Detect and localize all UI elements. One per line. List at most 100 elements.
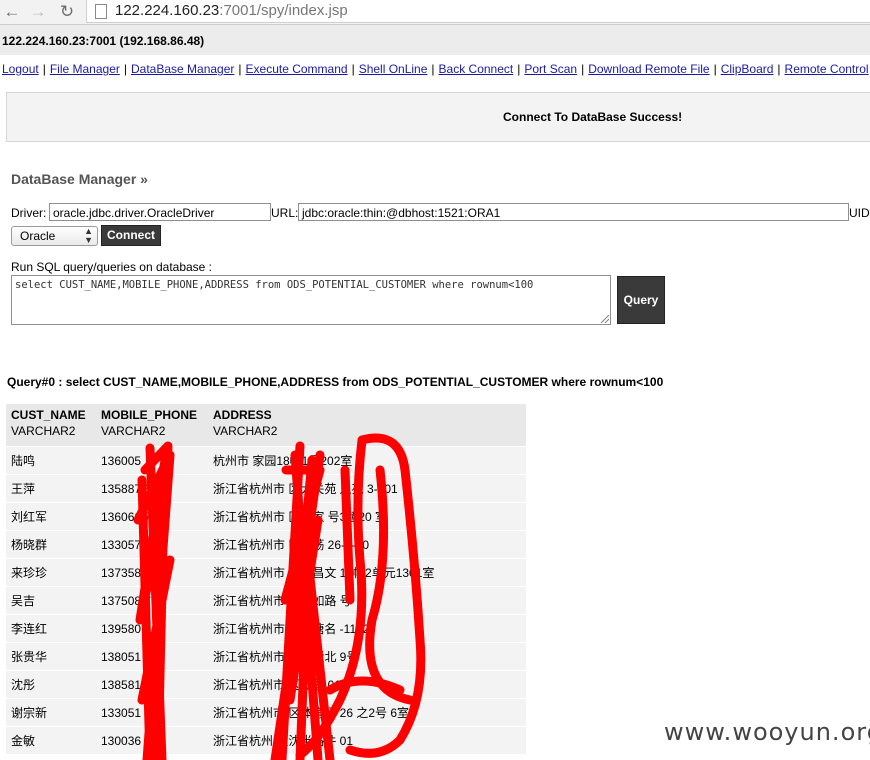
column-header: MOBILE_PHONE VARCHAR2 (96, 404, 208, 447)
back-arrow-icon[interactable]: ← (2, 2, 22, 22)
menu-link-database-manager[interactable]: DataBase Manager (131, 62, 234, 76)
address-cell: 浙江省杭州市 区大关苑 八苑 3-301 (208, 474, 526, 503)
browser-toolbar: ← → ↻ 122.224.160.23:7001/spy/index.jsp (0, 0, 870, 25)
menu-separator: | (431, 62, 435, 76)
url-host: 122.224.160.23 (115, 2, 220, 19)
address-url[interactable]: 122.224.160.23:7001/spy/index.jsp (115, 2, 348, 19)
connect-button[interactable]: Connect (101, 225, 161, 246)
status-message: Connect To DataBase Success! (503, 110, 683, 124)
menu-separator: | (713, 62, 717, 76)
url-input[interactable]: jdbc:oracle:thin:@dbhost:1521:ORA1 (298, 203, 849, 221)
menu-link-remote-control[interactable]: Remote Control (785, 62, 869, 76)
menu-separator: | (581, 62, 585, 76)
table-row: 来珍珍 137358 8 浙江省杭州市 区锦昌文 18幢2单元1301室 (6, 558, 526, 587)
column-header: CUST_NAME VARCHAR2 (6, 404, 96, 447)
table-row: 金敏 130036 2 浙江省杭州 区沈半路件 01 (6, 726, 526, 754)
status-banner: Connect To DataBase Success! (6, 92, 870, 142)
uid-label: UID (849, 206, 870, 220)
table-row: 沈彤 138581 8 浙江省杭州市 区湖墅 01 (6, 670, 526, 699)
reload-icon[interactable]: ↻ (57, 2, 77, 22)
column-name: ADDRESS (213, 408, 272, 422)
driver-label: Driver: (11, 206, 47, 220)
url-label: URL: (271, 206, 299, 220)
menu-link-execute-command[interactable]: Execute Command (246, 62, 348, 76)
main-menu: Logout | File Manager | DataBase Manager | Exe… (2, 62, 870, 76)
table-row: 谢宗新 133051 3 浙江省杭州市 区体育场 26 之2号 6室 (6, 698, 526, 727)
table-row: 吴吉 137508 7 浙江省杭州市 区吉如路 号 (6, 586, 526, 615)
section-title: DataBase Manager » (11, 171, 148, 187)
cust-name-cell: 李连红 (6, 614, 96, 643)
menu-link-download-remote-file[interactable]: Download Remote File (588, 62, 709, 76)
table-row: 杨晓群 133057 29 浙江省杭州市 区古荡 26-1-30 (6, 530, 526, 559)
address-cell: 浙江省杭州 区沈半路件 01 (208, 726, 526, 754)
column-type: VARCHAR2 (11, 424, 76, 438)
forward-arrow-icon[interactable]: → (28, 2, 48, 22)
cust-name-cell: 刘红军 (6, 502, 96, 531)
page-icon (95, 4, 107, 19)
address-cell: 浙江省杭州市 区贾家 号3幢20 室 (208, 502, 526, 531)
sql-textarea[interactable]: select CUST_NAME,MOBILE_PHONE,ADDRESS fr… (11, 275, 611, 325)
table-row: 张贵华 138051 5 浙江省杭州市 区湖墅北 9号 (6, 642, 526, 671)
menu-separator: | (42, 62, 46, 76)
query-header: Query#0 : select CUST_NAME,MOBILE_PHONE,… (7, 375, 664, 389)
mobile-phone-cell: 138051 5 (96, 642, 208, 671)
column-type: VARCHAR2 (101, 424, 166, 438)
sql-text: select CUST_NAME,MOBILE_PHONE,ADDRESS fr… (15, 279, 534, 291)
menu-link-shell-online[interactable]: Shell OnLine (359, 62, 428, 76)
mobile-phone-cell: 139580 1 (96, 614, 208, 643)
address-bar[interactable]: 122.224.160.23:7001/spy/index.jsp (86, 0, 870, 23)
menu-separator: | (123, 62, 127, 76)
table-row: 陆鸣 136005 杭州市 家园18幢1号202室 (6, 446, 526, 475)
menu-separator: | (777, 62, 781, 76)
menu-separator: | (238, 62, 242, 76)
column-name: CUST_NAME (11, 408, 86, 422)
cust-name-cell: 沈彤 (6, 670, 96, 699)
sql-label: Run SQL query/queries on database : (11, 260, 213, 274)
menu-link-back-connect[interactable]: Back Connect (439, 62, 514, 76)
cust-name-cell: 谢宗新 (6, 698, 96, 727)
mobile-phone-cell: 136005 (96, 446, 208, 475)
address-cell: 浙江省杭州市 区钱塘名 -1102 (208, 614, 526, 643)
menu-link-port-scan[interactable]: Port Scan (524, 62, 577, 76)
cust-name-cell: 张贵华 (6, 642, 96, 671)
watermark: www.wooyun.org (664, 718, 870, 746)
table-row: 刘红军 136066 79 浙江省杭州市 区贾家 号3幢20 室 (6, 502, 526, 531)
mobile-phone-cell: 137358 8 (96, 558, 208, 587)
address-cell: 浙江省杭州市 区体育场 26 之2号 6室 (208, 698, 526, 727)
cust-name-cell: 杨晓群 (6, 530, 96, 559)
menu-separator: | (351, 62, 355, 76)
menu-link-clipboard[interactable]: ClipBoard (721, 62, 774, 76)
table-row: 王萍 135887 6 浙江省杭州市 区大关苑 八苑 3-301 (6, 474, 526, 503)
address-cell: 浙江省杭州市 区吉如路 号 (208, 586, 526, 615)
database-type-value: Oracle (20, 229, 56, 243)
results-table: CUST_NAME VARCHAR2 MOBILE_PHONE VARCHAR2 A… (6, 404, 526, 754)
driver-input[interactable]: oracle.jdbc.driver.OracleDriver (49, 203, 271, 221)
resize-handle-icon[interactable] (601, 315, 609, 323)
cust-name-cell: 金敏 (6, 726, 96, 754)
address-cell: 杭州市 家园18幢1号202室 (208, 446, 526, 475)
address-cell: 浙江省杭州市 区湖墅 01 (208, 670, 526, 699)
cust-name-cell: 吴吉 (6, 586, 96, 615)
cust-name-cell: 王萍 (6, 474, 96, 503)
select-arrows-icon: ▲ ▼ (84, 226, 93, 245)
address-cell: 浙江省杭州市 区锦昌文 18幢2单元1301室 (208, 558, 526, 587)
address-cell: 浙江省杭州市 区湖墅北 9号 (208, 642, 526, 671)
address-cell: 浙江省杭州市 区古荡 26-1-30 (208, 530, 526, 559)
column-name: MOBILE_PHONE (101, 408, 198, 422)
mobile-phone-cell: 137508 7 (96, 586, 208, 615)
query-button[interactable]: Query (617, 276, 665, 324)
table-row: 李连红 139580 1 浙江省杭州市 区钱塘名 -1102 (6, 614, 526, 643)
database-type-select[interactable]: Oracle ▲ ▼ (11, 226, 98, 246)
mobile-phone-cell: 138581 8 (96, 670, 208, 699)
cust-name-cell: 来珍珍 (6, 558, 96, 587)
column-header: ADDRESS VARCHAR2 (208, 404, 526, 447)
cust-name-cell: 陆鸣 (6, 446, 96, 475)
host-info: 122.224.160.23:7001 (192.168.86.48) (2, 34, 205, 48)
mobile-phone-cell: 133051 3 (96, 698, 208, 727)
menu-link-logout[interactable]: Logout (2, 62, 39, 76)
column-type: VARCHAR2 (213, 424, 278, 438)
menu-separator: | (517, 62, 521, 76)
mobile-phone-cell: 133057 29 (96, 530, 208, 559)
mobile-phone-cell: 135887 6 (96, 474, 208, 503)
menu-link-file-manager[interactable]: File Manager (50, 62, 120, 76)
